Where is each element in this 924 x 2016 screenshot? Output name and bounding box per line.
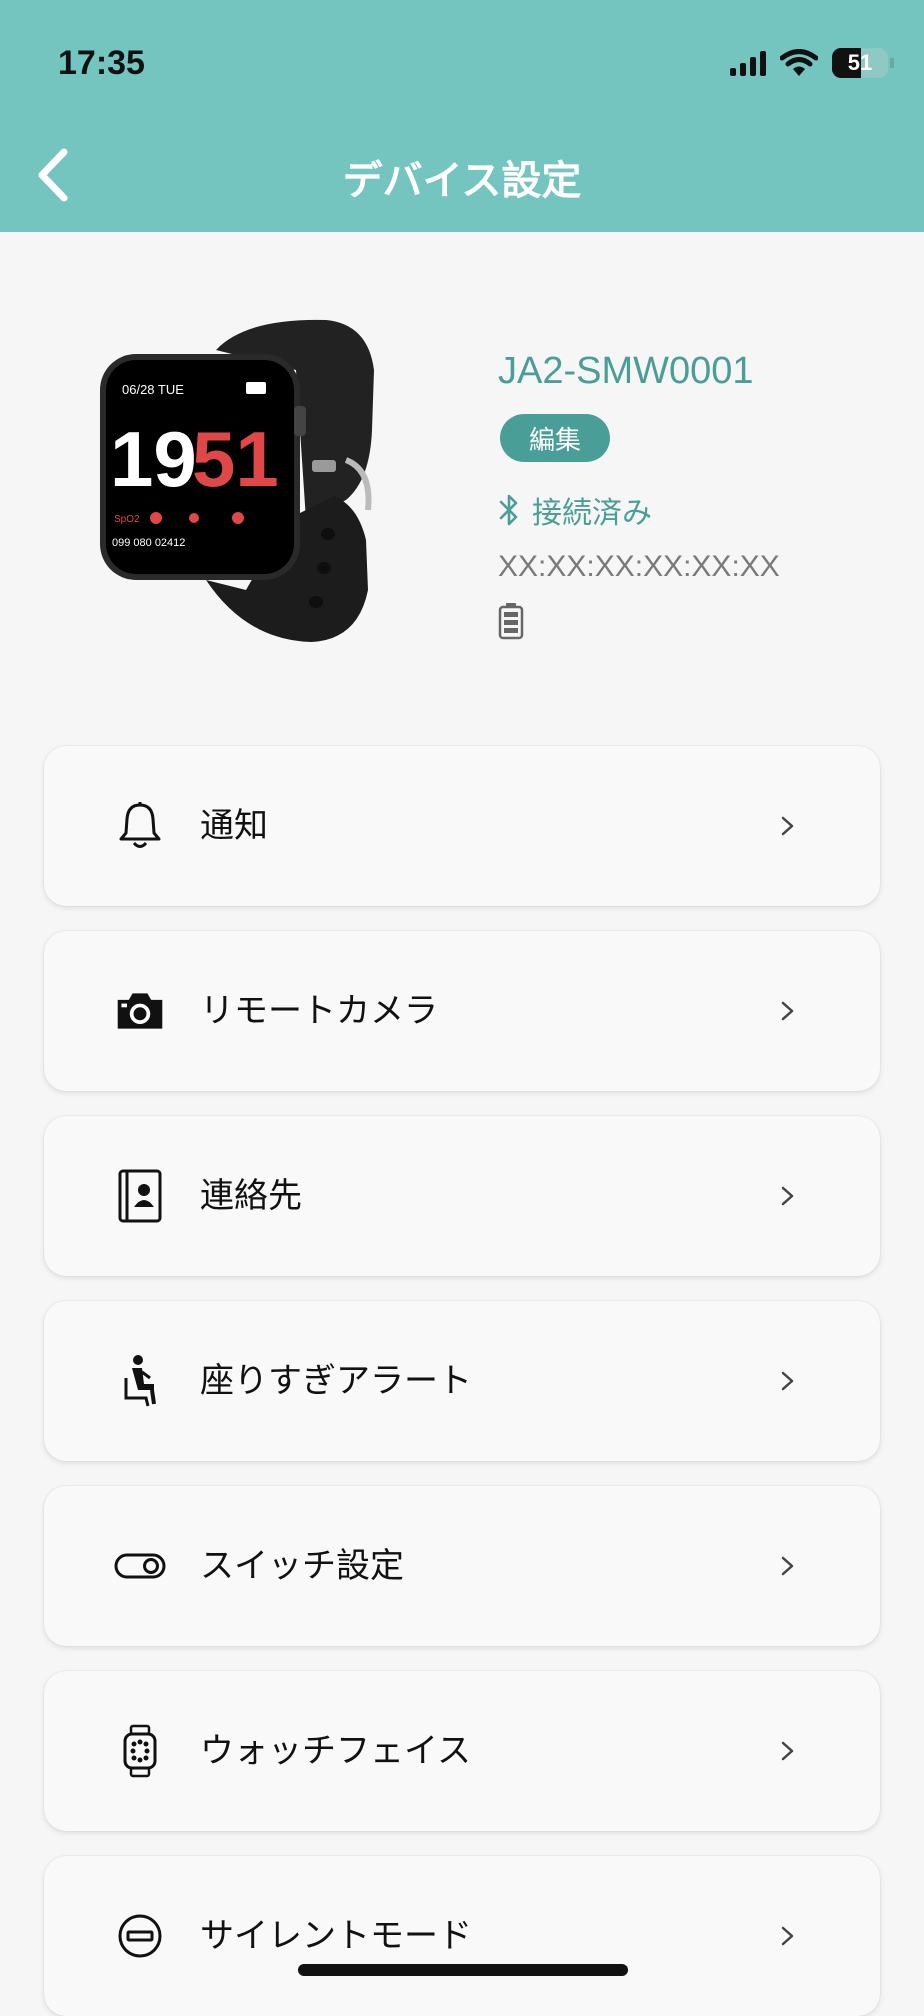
watch-hour: 19 [110,415,197,503]
watch-spo2: SpO2 [114,514,140,525]
header-bar: 17:35 51 デバイス設定 [0,0,924,232]
chevron-right-icon [781,1741,794,1761]
watch-minute: 51 [192,415,279,503]
chevron-right-icon [781,1371,794,1391]
chevron-right-icon [781,1186,794,1206]
mac-address: XX:XX:XX:XX:XX:XX [498,550,780,583]
status-time: 17:35 [58,44,145,82]
menu-item-notifications[interactable]: 通知 [44,746,880,906]
device-info: 06/28 TUE 19 51 SpO2 099 080 02412 JA2-S… [0,232,924,712]
connection-status-label: 接続済み [532,496,652,531]
menu-item-contacts[interactable]: 連絡先 [44,1116,880,1276]
menu-item-switch-settings[interactable]: スイッチ設定 [44,1486,880,1646]
menu-item-label: 座りすぎアラート [200,1361,472,1401]
edit-button[interactable]: 編集 [500,414,610,462]
chevron-right-icon [781,1556,794,1576]
watch-icon [114,1724,166,1778]
bluetooth-icon [499,494,518,526]
battery-status-icon: 51 [832,48,888,78]
camera-icon [114,985,166,1037]
page-title: デバイス設定 [342,158,582,204]
do-not-disturb-icon [114,1910,166,1962]
chevron-right-icon [781,1926,794,1946]
chevron-right-icon [781,1001,794,1021]
smartwatch-image: 06/28 TUE 19 51 SpO2 099 080 02412 [100,319,374,642]
menu-item-remote-camera[interactable]: リモートカメラ [44,931,880,1091]
home-indicator[interactable] [298,1964,628,1976]
menu-item-sedentary-alert[interactable]: 座りすぎアラート [44,1301,880,1461]
menu-item-label: サイレントモード [200,1916,472,1956]
sitting-person-icon [114,1355,166,1407]
cellular-signal-icon [730,50,766,76]
menu-item-watch-face[interactable]: ウォッチフェイス [44,1671,880,1831]
menu-item-label: 通知 [200,806,268,846]
menu-item-label: スイッチ設定 [200,1546,404,1586]
wifi-icon [780,49,818,76]
menu-item-label: リモートカメラ [200,991,438,1031]
menu-item-label: ウォッチフェイス [200,1731,471,1771]
menu-item-label: 連絡先 [200,1176,302,1216]
watch-stats: 099 080 02412 [112,537,185,549]
menu-item-silent-mode[interactable]: サイレントモード [44,1856,880,2016]
watch-date: 06/28 TUE [122,382,184,397]
battery-percent: 51 [847,50,873,75]
contacts-icon [114,1169,166,1223]
device-name: JA2-SMW0001 [498,350,754,392]
connection-status: 接続済み [498,488,652,532]
chevron-right-icon [781,816,794,836]
device-battery-icon [498,603,524,640]
toggle-switch-icon [114,1540,166,1592]
status-icons: 51 [730,48,894,78]
bell-icon [114,800,166,852]
